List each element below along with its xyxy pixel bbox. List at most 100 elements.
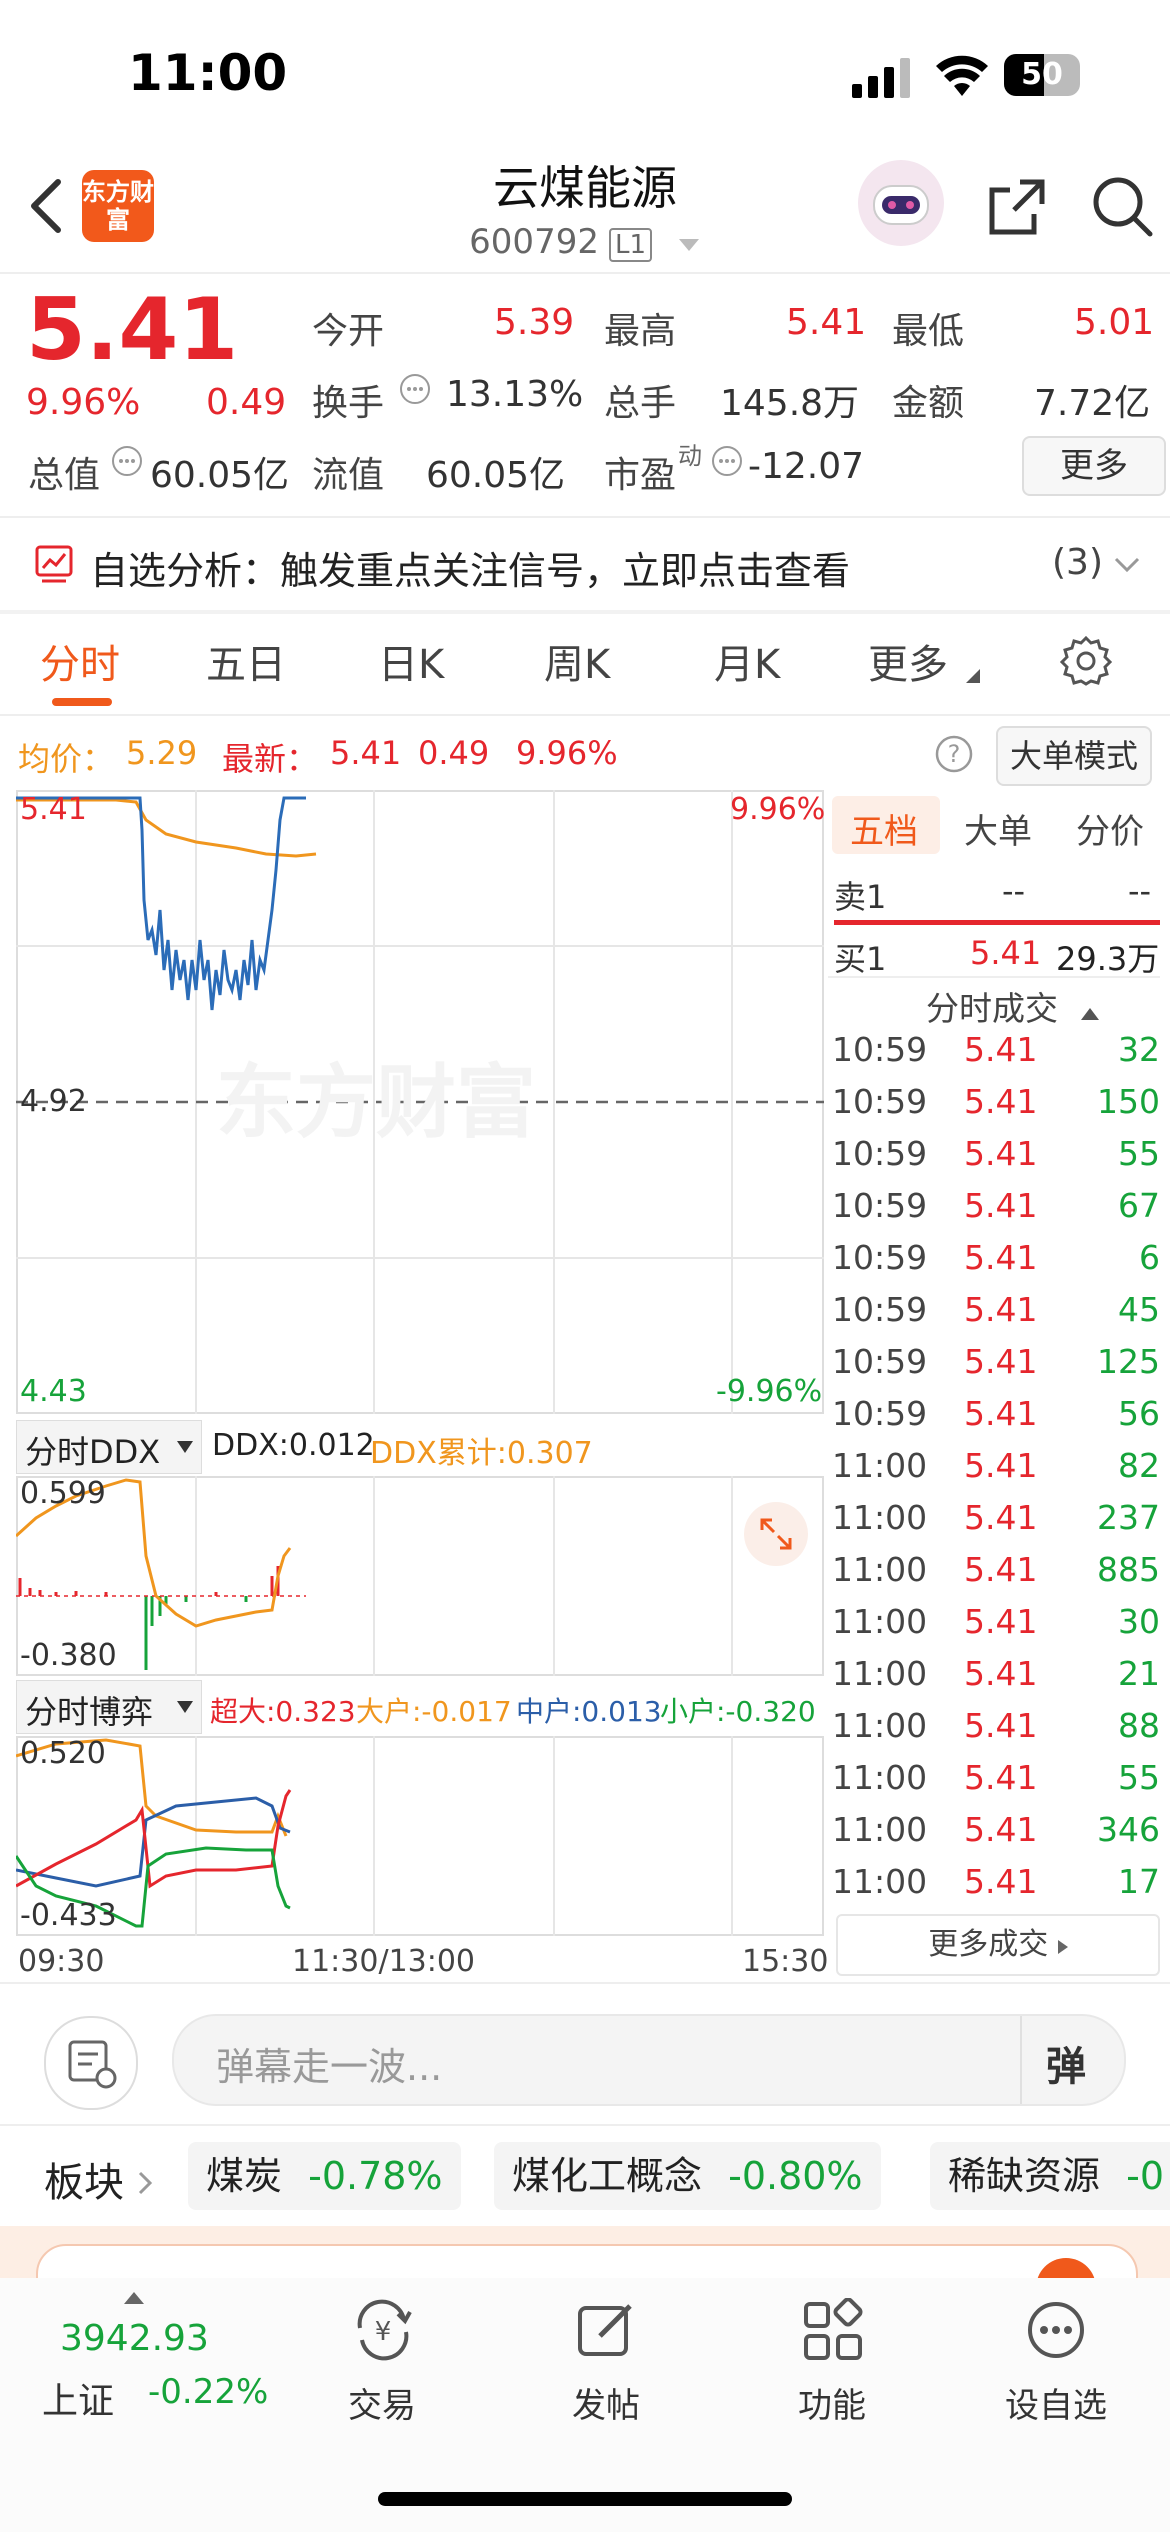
tab-five-day[interactable]: 五日	[206, 632, 286, 690]
trades-list[interactable]: 10:59 5.41 32 10:59 5.41 150 10:59 5.41 55 10:…	[0, 1030, 1170, 1910]
index-widget[interactable]: 3942.93 上证 -0.22%	[36, 2292, 286, 2432]
turnover-value: 13.13%	[446, 374, 584, 415]
trades-title-label: 分时成交	[926, 989, 1058, 1028]
list-item: 10:59 5.41 56	[832, 1394, 1160, 1433]
info-icon[interactable]	[110, 444, 144, 482]
float-label: 流值	[312, 455, 385, 496]
search-icon[interactable]	[1090, 174, 1154, 242]
tabs-divider	[0, 714, 1170, 716]
pe-label: 市盈	[604, 455, 677, 496]
battery-level: 50	[1021, 57, 1063, 92]
mktcap-label: 总值	[28, 455, 101, 496]
amount-value: 7.72亿	[1034, 383, 1151, 424]
stock-code: 600792	[469, 222, 599, 262]
price-axis-top: 5.41	[20, 792, 87, 827]
list-item: 10:59 5.41 6	[832, 1238, 1160, 1277]
svg-text:?: ?	[948, 740, 961, 768]
comment-placeholder: 弹幕走一波...	[216, 2045, 443, 2089]
danmu-toggle-icon[interactable]: 弹	[1046, 2034, 1086, 2092]
sector-chip[interactable]: 煤炭 -0.78%	[188, 2142, 461, 2210]
big-order-mode-button[interactable]: 大单模式	[996, 726, 1152, 786]
chevron-down-icon	[677, 222, 701, 262]
nav-post[interactable]: 发帖	[536, 2298, 676, 2428]
info-icon[interactable]	[398, 372, 432, 410]
nav-post-label: 发帖	[572, 2386, 640, 2426]
nav-trade-label: 交易	[348, 2386, 416, 2426]
more-quote-button[interactable]: 更多	[1022, 436, 1166, 496]
list-item: 10:59 5.41 67	[832, 1186, 1160, 1225]
low-label: 最低	[892, 311, 965, 352]
latest-change: 0.49	[418, 734, 490, 772]
nav-trade[interactable]: ¥ 交易	[312, 2298, 452, 2428]
index-pct: -0.22%	[148, 2372, 269, 2412]
sort-up-icon	[1080, 1008, 1099, 1020]
settings-gear-icon[interactable]	[1059, 634, 1113, 690]
nav-functions[interactable]: 功能	[762, 2298, 902, 2428]
sector-label[interactable]: 板块	[44, 2150, 153, 2208]
active-tab-indicator	[52, 698, 112, 706]
notes-icon[interactable]	[44, 2016, 138, 2110]
header-divider	[0, 272, 1170, 274]
index-value: 3942.93	[60, 2318, 209, 2359]
list-item: 10:59 5.41 55	[832, 1134, 1160, 1173]
chevron-right-icon	[1057, 1940, 1068, 1954]
latest-value: 5.41	[330, 734, 402, 772]
tab-price-dist[interactable]: 分价	[1076, 804, 1144, 853]
comment-input[interactable]: 弹幕走一波... 弹	[172, 2014, 1126, 2106]
more-trades-button[interactable]: 更多成交	[836, 1914, 1160, 1976]
analysis-banner[interactable]: 自选分析：触发重点关注信号，立即点击查看 (3)	[0, 520, 1170, 608]
more-dots-icon	[1028, 2302, 1084, 2358]
list-item: 11:00 5.41 17	[832, 1862, 1160, 1901]
level-badge: L1	[608, 228, 652, 262]
tab-weekly-k[interactable]: 周K	[544, 632, 610, 690]
help-icon[interactable]: ?	[934, 734, 974, 778]
pe-superscript: 动	[678, 442, 702, 470]
wifi-icon	[934, 54, 990, 102]
tab-monthly-k[interactable]: 月K	[714, 632, 780, 690]
more-trades-label: 更多成交	[928, 1927, 1049, 1962]
sector-chip[interactable]: 煤化工概念 -0.80%	[494, 2142, 881, 2210]
list-item: 10:59 5.41 125	[832, 1342, 1160, 1381]
share-icon[interactable]	[986, 174, 1050, 242]
list-item: 11:00 5.41 346	[832, 1810, 1160, 1849]
info-icon[interactable]	[710, 444, 744, 482]
tab-daily-k[interactable]: 日K	[378, 632, 444, 690]
nav-add-watchlist[interactable]: 设自选	[986, 2298, 1126, 2428]
list-item: 11:00 5.41 88	[832, 1706, 1160, 1745]
trades-title[interactable]: 分时成交	[926, 982, 1099, 1030]
change-percent: 9.96%	[26, 382, 141, 423]
time-axis-end: 15:30	[742, 1944, 829, 1979]
tab-big-orders[interactable]: 大单	[964, 804, 1032, 853]
order-book-tabs: 五档 大单 分价	[828, 790, 1160, 866]
buy1-price: 5.41	[970, 934, 1042, 972]
comment-divider	[0, 2124, 1170, 2126]
high-value: 5.41	[786, 302, 867, 343]
caret-icon	[966, 668, 980, 687]
tab-more[interactable]: 更多	[868, 632, 948, 690]
list-item: 11:00 5.41 55	[832, 1758, 1160, 1797]
list-item: 11:00 5.41 237	[832, 1498, 1160, 1537]
latest-label: 最新：	[222, 740, 319, 778]
open-label: 今开	[312, 311, 385, 352]
book-divider	[828, 976, 1160, 978]
avg-price-value: 5.29	[126, 734, 198, 772]
current-price: 5.41	[26, 280, 239, 380]
tab-intraday[interactable]: 分时	[40, 632, 120, 690]
index-name: 上证	[42, 2381, 115, 2422]
status-time: 11:00	[128, 44, 288, 102]
change-value: 0.49	[206, 382, 287, 423]
turnover-label: 换手	[312, 383, 385, 424]
buy1-label: 买1	[834, 940, 887, 978]
time-axis-mid: 11:30/13:00	[292, 1944, 476, 1979]
home-indicator[interactable]	[378, 2492, 792, 2506]
quote-divider	[0, 516, 1170, 518]
sector-chip[interactable]: 稀缺资源 -0	[930, 2142, 1170, 2210]
mktcap-value: 60.05亿	[150, 455, 290, 496]
nav-add-watchlist-label: 设自选	[1005, 2386, 1107, 2426]
sell1-price: --	[1002, 872, 1026, 910]
chevron-right-icon	[138, 2171, 152, 2195]
edit-icon	[578, 2304, 632, 2356]
grid-apps-icon	[804, 2298, 863, 2360]
tab-five-levels[interactable]: 五档	[832, 796, 940, 854]
robot-assistant-icon[interactable]	[858, 160, 944, 246]
